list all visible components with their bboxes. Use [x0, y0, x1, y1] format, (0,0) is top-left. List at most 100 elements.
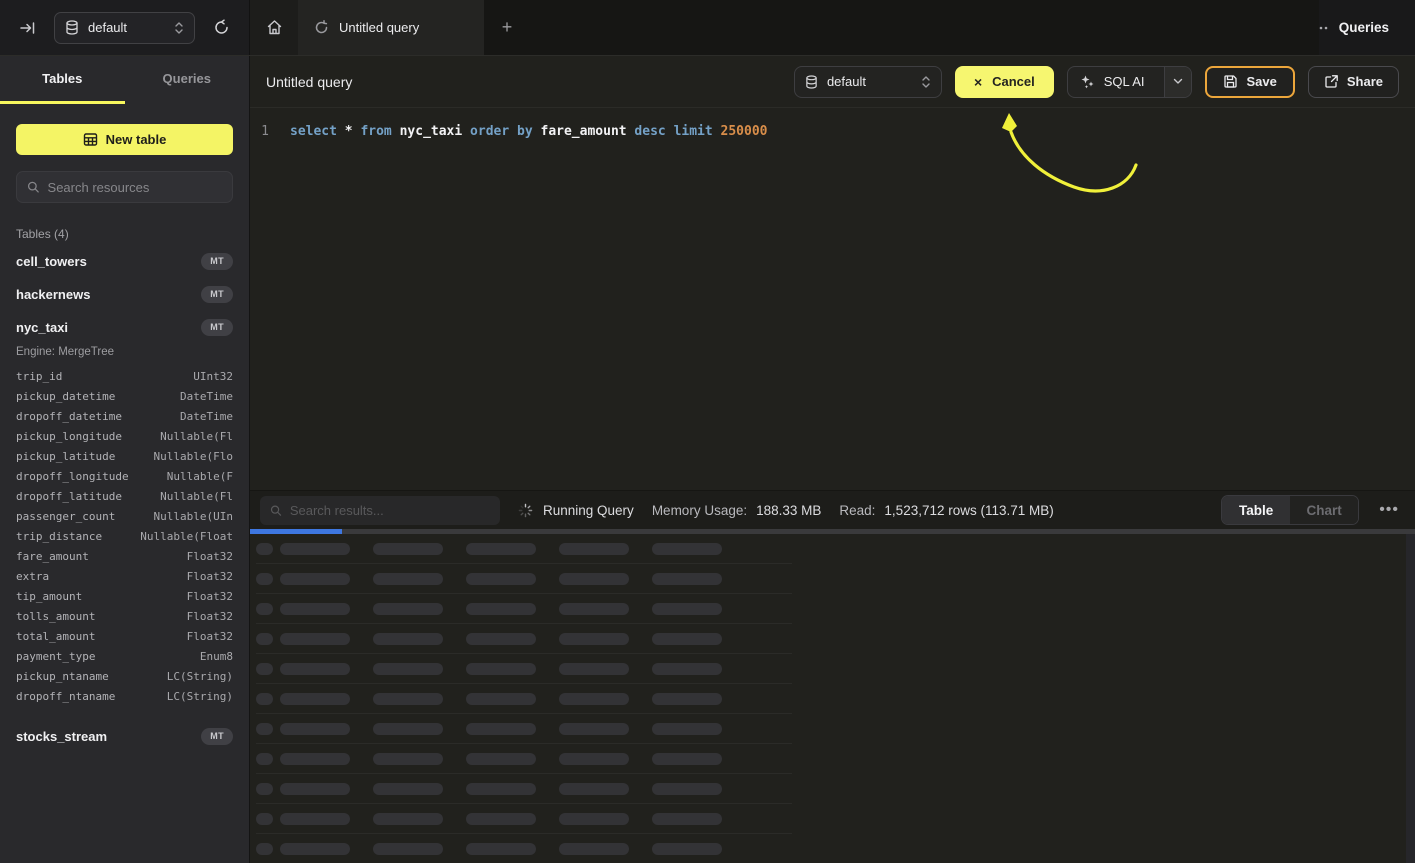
vertical-scrollbar[interactable] [1406, 534, 1415, 863]
skeleton-row [256, 654, 792, 684]
sql-token: desc [634, 124, 665, 139]
skeleton-cell [652, 573, 722, 585]
column-row-pickup_latitude: pickup_latitudeNullable(Flo [16, 446, 233, 466]
skeleton-cell [466, 753, 536, 765]
sql-token: select [290, 124, 337, 139]
more-options-button[interactable]: ••• [1377, 501, 1401, 519]
sidebar-collapse-button[interactable] [14, 14, 42, 42]
column-row-payment_type: payment_type Enum8 [16, 646, 233, 666]
line-number: 1 [250, 124, 280, 139]
topbar-left-section: default [0, 0, 250, 55]
sql-ai-button[interactable]: SQL AI [1067, 66, 1193, 98]
table-item-cell_towers[interactable]: cell_towersMT [16, 245, 233, 278]
query-database-selector[interactable]: default [794, 66, 942, 98]
table-item-hackernews[interactable]: hackernewsMT [16, 278, 233, 311]
skeleton-cell [280, 813, 350, 825]
sql-token [713, 124, 721, 139]
queries-link[interactable]: Queries [1319, 0, 1415, 55]
table-item-stocks_stream[interactable]: stocks_streamMT [16, 720, 233, 753]
column-row-extra: extraFloat32 [16, 566, 233, 586]
new-table-label: New table [106, 132, 167, 147]
skeleton-cell [559, 693, 629, 705]
save-icon [1223, 74, 1238, 89]
skeleton-cell [280, 843, 350, 855]
skeleton-cell [280, 633, 350, 645]
database-icon [805, 75, 818, 89]
sql-ai-main[interactable]: SQL AI [1068, 67, 1157, 97]
column-type: Nullable(Fl [160, 430, 233, 443]
code-line: 1 select * from nyc_taxi order by fare_a… [250, 121, 1415, 141]
skeleton-cell [559, 633, 629, 645]
column-row-fare_amount: fare_amountFloat32 [16, 546, 233, 566]
skeleton-cell [373, 843, 443, 855]
skeleton-cell [256, 753, 273, 765]
skeleton-cell [652, 543, 722, 555]
sql-editor[interactable]: 1 select * from nyc_taxi order by fare_a… [250, 108, 1415, 490]
skeleton-cell [256, 543, 273, 555]
sidebar-tab-tables[interactable]: Tables [0, 56, 125, 104]
sql-token [509, 124, 517, 139]
save-button[interactable]: Save [1205, 66, 1294, 98]
skeleton-cell [280, 723, 350, 735]
sidebar-tab-queries[interactable]: Queries [125, 56, 250, 104]
skeleton-row [256, 834, 792, 863]
results-search-input[interactable] [290, 503, 490, 518]
sql-token [462, 124, 470, 139]
skeleton-cell [280, 783, 350, 795]
column-name: trip_distance [16, 530, 102, 543]
new-tab-button[interactable]: + [484, 0, 530, 55]
skeleton-cell [559, 813, 629, 825]
skeleton-cell [373, 753, 443, 765]
column-type: LC(String) [167, 670, 233, 683]
column-type: Enum8 [200, 650, 233, 663]
sql-token [533, 124, 541, 139]
new-table-button[interactable]: New table [16, 124, 233, 155]
skeleton-cell [559, 603, 629, 615]
cancel-x-icon: × [974, 74, 982, 90]
skeleton-cell [466, 843, 536, 855]
cancel-button[interactable]: × Cancel [955, 66, 1054, 98]
skeleton-cell [652, 843, 722, 855]
share-icon [1324, 74, 1339, 89]
sql-token [392, 124, 400, 139]
sidebar: Tables Queries New table Tables (4) cell… [0, 56, 250, 863]
toggle-table[interactable]: Table [1222, 496, 1290, 524]
table-item-nyc_taxi[interactable]: nyc_taxiMT [16, 311, 233, 344]
column-type: Nullable(Fl [160, 490, 233, 503]
column-name: payment_type [16, 650, 95, 663]
sql-token: nyc_taxi [400, 124, 463, 139]
skeleton-cell [559, 783, 629, 795]
skeleton-cell [373, 693, 443, 705]
refresh-icon [213, 19, 230, 36]
sql-ai-label: SQL AI [1104, 74, 1145, 89]
sql-token: from [360, 124, 391, 139]
column-name: dropoff_latitude [16, 490, 122, 503]
skeleton-cell [256, 723, 273, 735]
results-search[interactable] [260, 496, 500, 525]
query-title: Untitled query [266, 74, 352, 90]
column-name: pickup_longitude [16, 430, 122, 443]
skeleton-cell [256, 573, 273, 585]
chevron-updown-icon [921, 75, 931, 89]
database-icon [65, 20, 79, 35]
tab-untitled-query[interactable]: Untitled query [298, 0, 484, 55]
sql-token: fare_amount [541, 124, 627, 139]
refresh-button[interactable] [207, 14, 235, 42]
sql-ai-dropdown-button[interactable] [1164, 67, 1191, 97]
chevron-down-icon [1173, 78, 1183, 85]
database-selector[interactable]: default [54, 12, 195, 44]
share-button[interactable]: Share [1308, 66, 1399, 98]
home-tab-button[interactable] [250, 0, 298, 55]
column-name: pickup_latitude [16, 450, 115, 463]
sidebar-body: New table Tables (4) cell_towersMThacker… [0, 104, 249, 753]
column-row-pickup_datetime: pickup_datetimeDateTime [16, 386, 233, 406]
column-row-passenger_count: passenger_countNullable(UIn [16, 506, 233, 526]
status-text: Running Query [543, 503, 634, 518]
skeleton-cell [652, 783, 722, 795]
resource-search[interactable] [16, 171, 233, 203]
toggle-chart[interactable]: Chart [1290, 496, 1358, 524]
skeleton-cell [256, 783, 273, 795]
resource-search-input[interactable] [48, 180, 222, 195]
skeleton-row [256, 684, 792, 714]
column-row-dropoff_latitude: dropoff_latitude Nullable(Fl [16, 486, 233, 506]
